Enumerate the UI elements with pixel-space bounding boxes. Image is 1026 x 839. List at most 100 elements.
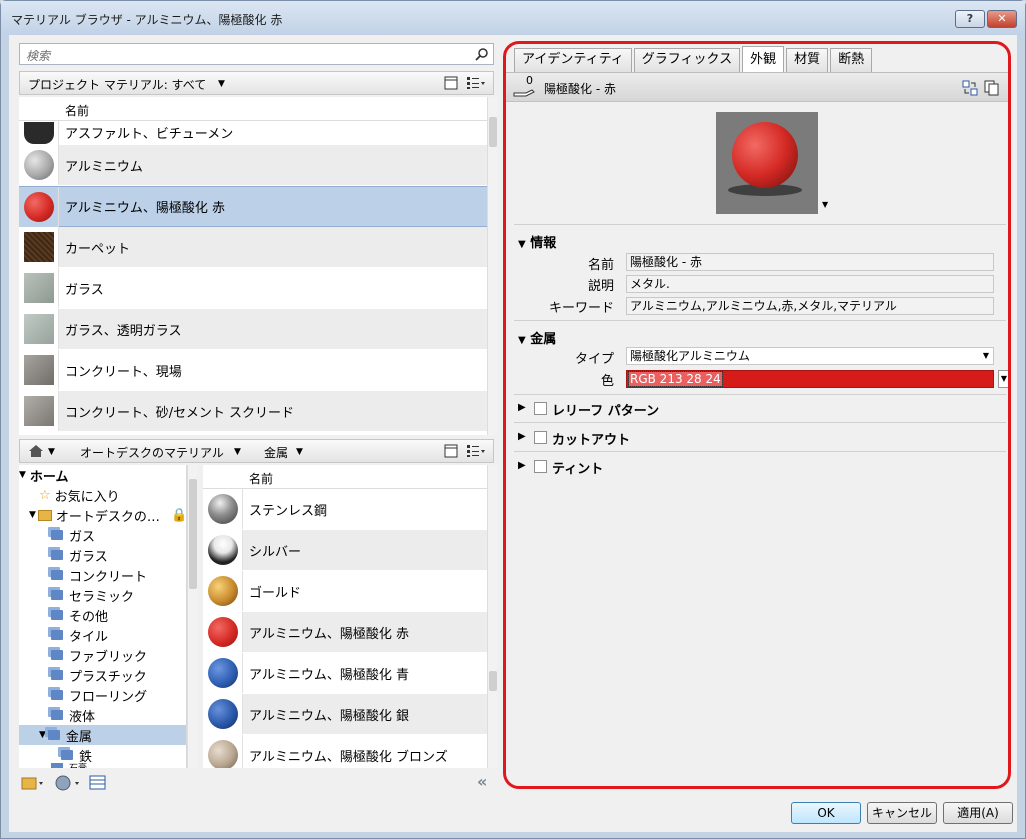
help-button[interactable]: ? [955, 10, 985, 28]
type-label: タイプ [574, 352, 614, 367]
tree-item[interactable]: 鉄 [61, 745, 92, 765]
tint-checkbox[interactable] [534, 460, 547, 473]
preview-options-chevron-icon[interactable]: ▼ [822, 200, 828, 209]
tree-item[interactable]: 石膏 [51, 763, 87, 768]
tab-graphics[interactable]: グラフィックス [633, 48, 741, 72]
chevron-down-icon[interactable]: ▼ [296, 447, 303, 457]
list-item[interactable]: シルバー [203, 530, 487, 571]
project-list-header: 名前 [19, 97, 487, 121]
tree-item-autodesk[interactable]: ▼ オートデスクの… 🔒 [29, 505, 186, 525]
tree-item[interactable]: セラミック [51, 585, 134, 605]
chevron-down-icon[interactable]: ▼ [48, 447, 55, 457]
tree-item[interactable]: 液体 [51, 705, 95, 725]
relief-checkbox[interactable] [534, 402, 547, 415]
section-cutout[interactable]: カットアウト [552, 429, 630, 448]
list-item[interactable]: カーペット [19, 227, 487, 268]
ok-button[interactable]: OK [791, 802, 861, 824]
material-preview[interactable] [716, 112, 818, 214]
client-area: 検索 プロジェクト マテリアル: すべて ▼ 名前 アスファルト、ビチューメン … [9, 35, 1017, 832]
cancel-button[interactable]: キャンセル [867, 802, 937, 824]
list-item[interactable]: ガラス、透明ガラス [19, 309, 487, 350]
section-relief[interactable]: レリーフ パターン [552, 400, 659, 419]
tree-item[interactable]: フローリング [51, 685, 147, 705]
column-name-header[interactable]: 名前 [249, 470, 273, 487]
section-tint[interactable]: ティント [552, 458, 603, 477]
create-material-icon[interactable] [55, 774, 83, 792]
window-title: マテリアル ブラウザ - アルミニウム、陽極酸化 赤 [11, 13, 283, 27]
list-item-selected[interactable]: アルミニウム、陽極酸化 赤 [19, 186, 487, 227]
library-list-header: 名前 [203, 465, 487, 489]
collapse-panel-icon[interactable]: « [477, 772, 487, 791]
tab-thermal[interactable]: 断熱 [830, 48, 873, 72]
list-item[interactable]: アルミニウム、陽極酸化 ブロンズ [203, 735, 487, 768]
column-name-header[interactable]: 名前 [65, 102, 89, 119]
description-field[interactable]: メタル. [626, 275, 994, 293]
view-panel-icon[interactable] [444, 76, 458, 90]
tree-item[interactable]: タイル [51, 625, 108, 645]
section-metal[interactable]: ▼ 金属 [518, 328, 556, 347]
color-options-chevron-icon[interactable]: ▼ [998, 370, 1008, 388]
expand-cutout-icon[interactable]: ▶ [518, 431, 526, 442]
tree-item[interactable]: その他 [51, 605, 108, 625]
home-icon[interactable] [28, 444, 44, 458]
project-materials-list: アスファルト、ビチューメン アルミニウム アルミニウム、陽極酸化 赤 カーペット… [19, 121, 487, 435]
type-dropdown[interactable]: 陽極酸化アルミニウム ▼ [626, 347, 994, 365]
project-materials-dropdown[interactable]: プロジェクト マテリアル: すべて [28, 76, 206, 93]
material-editor-panel: アイデンティティ グラフィックス 外観 材質 断熱 0 陽極酸化 - 赤 ▼ ▼… [503, 41, 1011, 789]
replace-asset-icon[interactable] [962, 80, 978, 96]
keywords-label: キーワード [548, 301, 614, 316]
list-item[interactable]: ゴールド [203, 571, 487, 612]
list-item[interactable]: アルミニウム、陽極酸化 青 [203, 653, 487, 694]
tree-scrollbar[interactable] [187, 465, 197, 768]
library-list-scrollbar[interactable] [487, 465, 497, 768]
tab-physical[interactable]: 材質 [786, 48, 829, 72]
color-swatch[interactable]: RGB 213 28 24 [626, 370, 994, 388]
tree-item[interactable]: プラスチック [51, 665, 147, 685]
chevron-down-icon[interactable]: ▼ [234, 447, 241, 457]
tree-item-home[interactable]: ▼ ホーム [19, 465, 69, 485]
view-panel-icon[interactable] [444, 444, 458, 458]
expand-tint-icon[interactable]: ▶ [518, 460, 526, 471]
search-input[interactable]: 検索 [19, 43, 494, 65]
tree-item-selected[interactable]: ▼ 金属 [19, 725, 186, 745]
library-tree: ▼ ホーム ☆ お気に入り ▼ オートデスクの… 🔒 ガス ガラス コンクリート セラミ… [19, 465, 187, 768]
asset-name: 陽極酸化 - 赤 [544, 82, 616, 96]
library-folder-icon[interactable] [21, 774, 45, 792]
tree-item[interactable]: ガラス [51, 545, 108, 565]
list-view-icon[interactable] [466, 444, 486, 458]
list-item[interactable]: コンクリート、砂/セメント スクリード [19, 391, 487, 432]
apply-button[interactable]: 適用(A) [943, 802, 1013, 824]
list-item[interactable]: アスファルト、ビチューメン [19, 121, 487, 145]
tree-item[interactable]: ファブリック [51, 645, 147, 665]
list-item[interactable]: ステンレス鋼 [203, 489, 487, 530]
section-info[interactable]: ▼ 情報 [518, 232, 556, 251]
tree-item[interactable]: コンクリート [51, 565, 147, 585]
project-list-scrollbar[interactable] [487, 97, 497, 435]
preview-sphere [732, 122, 798, 188]
cutout-checkbox[interactable] [534, 431, 547, 444]
name-field[interactable]: 陽極酸化 - 赤 [626, 253, 994, 271]
folder-icon [37, 509, 52, 521]
list-item[interactable]: アルミニウム、陽極酸化 銀 [203, 694, 487, 735]
list-view-icon[interactable] [466, 76, 486, 90]
list-item[interactable]: ガラス [19, 268, 487, 309]
tab-appearance[interactable]: 外観 [742, 46, 785, 72]
tree-item[interactable]: ガス [51, 525, 95, 545]
star-icon: ☆ [39, 487, 51, 503]
list-item[interactable]: コンクリート、現場 [19, 350, 487, 391]
close-button[interactable]: ✕ [987, 10, 1017, 28]
library-crumb-autodesk[interactable]: オートデスクのマテリアル [80, 444, 224, 461]
tree-item-favorites[interactable]: ☆ お気に入り [39, 485, 120, 505]
duplicate-asset-icon[interactable] [984, 80, 1000, 96]
keywords-field[interactable]: アルミニウム,アルミニウム,赤,メタル,マテリアル [626, 297, 994, 315]
search-icon[interactable] [475, 47, 489, 61]
library-crumb-metal[interactable]: 金属 [264, 444, 288, 461]
list-item[interactable]: アルミニウム、陽極酸化 赤 [203, 612, 487, 653]
color-label: 色 [600, 374, 614, 389]
list-item[interactable]: アルミニウム [19, 145, 487, 186]
asset-browser-icon[interactable] [89, 774, 107, 792]
bottom-toolbar: « [19, 772, 494, 794]
tab-identity[interactable]: アイデンティティ [514, 48, 632, 72]
chevron-down-icon[interactable]: ▼ [218, 79, 225, 89]
expand-relief-icon[interactable]: ▶ [518, 402, 526, 413]
